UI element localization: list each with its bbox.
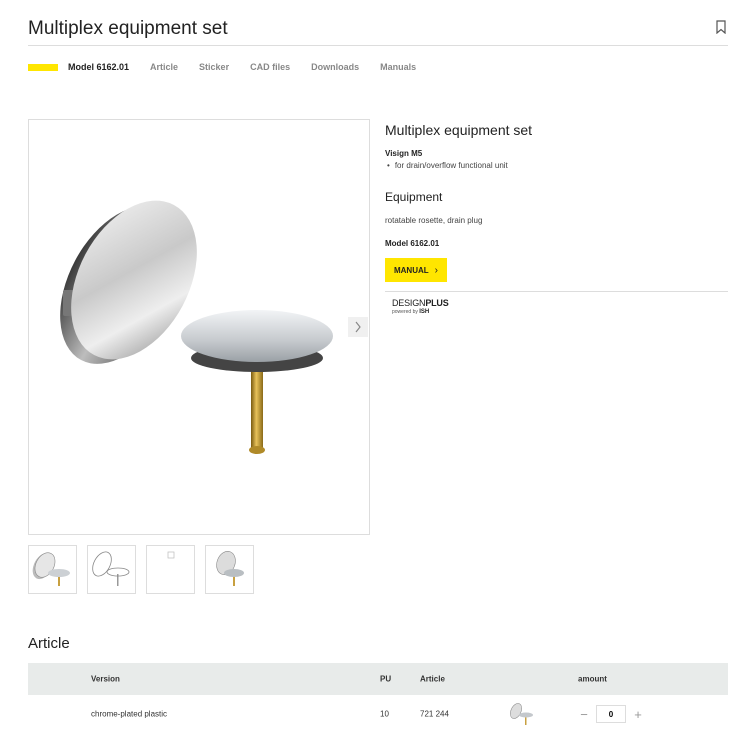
thumbnail-strip: [28, 545, 264, 594]
row-pu: 10: [380, 709, 389, 719]
product-title: Multiplex equipment set: [385, 122, 533, 138]
product-features: for drain/overflow functional unit: [385, 161, 728, 170]
broken-image-icon: [167, 551, 175, 559]
model-number: Model 6162.01: [385, 239, 440, 248]
column-header-article: Article: [420, 674, 445, 684]
subnav-item-downloads[interactable]: Downloads: [311, 62, 359, 72]
quantity-input[interactable]: [596, 705, 626, 723]
thumbnail-item[interactable]: [28, 545, 77, 594]
thumbnail-image: [92, 551, 130, 586]
column-header-version: Version: [91, 674, 120, 684]
article-section-title: Article: [28, 635, 70, 652]
row-product-thumbnail: [510, 703, 533, 725]
table-row: chrome-plated plastic 10 721 244 − +: [28, 696, 728, 732]
column-header-pu: PU: [380, 674, 392, 684]
product-image: [60, 200, 333, 454]
product-image-gallery[interactable]: [28, 119, 370, 535]
product-series: Visign M5: [385, 149, 423, 158]
design-plus-award-logo: DESIGNPLUS powered by ISH: [392, 298, 728, 315]
chevron-right-icon: [355, 321, 361, 333]
bookmark-icon[interactable]: [716, 20, 726, 34]
thumbnail-item[interactable]: [205, 545, 254, 594]
title-divider: [28, 45, 728, 46]
page-title: Multiplex equipment set: [28, 18, 228, 39]
award-brand-bold: PLUS: [425, 298, 449, 308]
thumbnail-item[interactable]: [146, 545, 195, 594]
increase-quantity-button[interactable]: +: [632, 707, 644, 722]
subnav-item-model[interactable]: Model 6162.01: [68, 62, 129, 72]
subnav-item-cad-files[interactable]: CAD files: [250, 62, 290, 72]
gallery-next-button[interactable]: [348, 317, 368, 337]
column-header-amount: amount: [578, 674, 607, 684]
equipment-description: rotatable rosette, drain plug: [385, 216, 483, 225]
manual-button[interactable]: MANUAL ›: [385, 258, 447, 282]
thumbnail-image: [32, 552, 70, 586]
thumbnail-item[interactable]: [87, 545, 136, 594]
row-article-number: 721 244: [420, 709, 449, 719]
award-brand: DESIGN: [392, 298, 426, 308]
award-powered-by: powered by: [392, 309, 418, 315]
feature-item: for drain/overflow functional unit: [395, 161, 728, 170]
award-powered-brand: ISH: [419, 309, 430, 315]
manual-button-label: MANUAL: [393, 265, 429, 275]
info-divider: [385, 291, 728, 292]
row-version: chrome-plated plastic: [91, 709, 168, 719]
article-table-header: Version PU Article amount: [28, 663, 728, 695]
decrease-quantity-button[interactable]: −: [578, 707, 590, 722]
subnav-item-manuals[interactable]: Manuals: [380, 62, 416, 72]
thumbnail-image: [216, 551, 244, 586]
chevron-right-icon: ›: [434, 264, 438, 276]
product-info-panel: Multiplex equipment set Visign M5 for dr…: [385, 120, 728, 315]
product-subnav: Model 6162.01 Article Sticker CAD files …: [28, 62, 437, 72]
quantity-stepper: − +: [578, 705, 644, 723]
subnav-accent-bar: [28, 63, 58, 71]
equipment-heading: Equipment: [385, 190, 443, 204]
subnav-item-article[interactable]: Article: [150, 62, 178, 72]
subnav-item-sticker[interactable]: Sticker: [199, 62, 229, 72]
